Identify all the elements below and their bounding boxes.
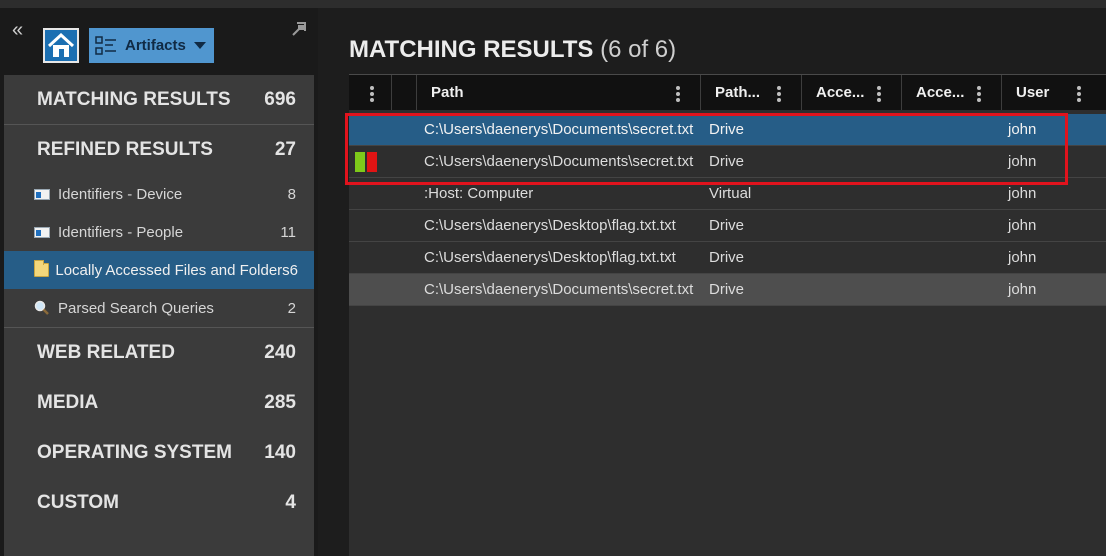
column-header-label: Acce... — [916, 84, 965, 101]
cell-path: C:\Users\daenerys\Documents\secret.txt — [424, 121, 694, 138]
category-count: 4 — [285, 492, 296, 513]
main-panel: MATCHING RESULTS (6 of 6) Path Path... A… — [318, 8, 1106, 556]
sidebar-item-count: 2 — [287, 299, 296, 317]
page-title: MATCHING RESULTS (6 of 6) — [349, 36, 676, 64]
artifacts-label: Artifacts — [125, 37, 186, 54]
kebab-menu-icon[interactable] — [1077, 86, 1081, 102]
artifact-nav: MATCHING RESULTS 696 REFINED RESULTS 27 … — [4, 75, 314, 556]
folder-icon — [34, 260, 50, 277]
row-options-column[interactable] — [349, 75, 391, 110]
sidebar-item-count: 11 — [280, 223, 296, 241]
category-label: CUSTOM — [37, 492, 119, 513]
category-count: 240 — [264, 342, 296, 363]
grid-header: Path Path... Acce... Acce... User — [349, 74, 1106, 110]
result-count: (6 of 6) — [600, 36, 677, 63]
kebab-menu-icon[interactable] — [977, 86, 981, 102]
category-count: 140 — [264, 442, 296, 463]
cell-path: C:\Users\daenerys\Desktop\flag.txt.txt — [424, 217, 676, 234]
pin-icon[interactable] — [290, 20, 308, 38]
category-label: MEDIA — [37, 392, 99, 413]
category-label: WEB RELATED — [37, 342, 175, 363]
category-label: MATCHING RESULTS — [37, 88, 231, 110]
cell-user: john — [1008, 121, 1037, 138]
cell-path-type: Drive — [709, 281, 745, 298]
kebab-menu-icon[interactable] — [877, 86, 881, 102]
column-header-label: Path — [431, 84, 464, 101]
table-row[interactable]: C:\Users\daenerys\Desktop\flag.txt.txt D… — [349, 210, 1106, 242]
column-header-accessed-2[interactable]: Acce... — [901, 75, 1001, 110]
column-header-path-type[interactable]: Path... — [700, 75, 801, 110]
refined-results-list: Identifiers - Device 8 Identifiers - Peo… — [4, 175, 314, 328]
category-operating-system[interactable]: OPERATING SYSTEM 140 — [4, 428, 314, 478]
flag-column[interactable] — [391, 75, 416, 110]
cell-path: C:\Users\daenerys\Documents\secret.txt — [424, 281, 694, 298]
cell-user: john — [1008, 217, 1037, 234]
cell-user: john — [1008, 281, 1037, 298]
cell-path-type: Drive — [709, 153, 745, 170]
cell-path-type: Virtual — [709, 185, 752, 202]
column-header-accessed-1[interactable]: Acce... — [801, 75, 901, 110]
sidebar-item-label: Locally Accessed Files and Folders — [55, 261, 290, 279]
sidebar-item-count: 6 — [289, 261, 298, 279]
sidebar-item-identifiers-people[interactable]: Identifiers - People 11 — [4, 213, 314, 251]
cell-path: :Host: Computer — [424, 185, 534, 202]
cell-path-type: Drive — [709, 217, 745, 234]
sidebar-item-count: 8 — [287, 185, 296, 203]
column-header-label: Acce... — [816, 84, 865, 101]
sidebar-item-locally-accessed-files[interactable]: Locally Accessed Files and Folders 6 — [4, 251, 314, 289]
status-flag-green — [355, 152, 365, 172]
column-header-label: User — [1016, 84, 1050, 101]
table-row[interactable]: C:\Users\daenerys\Documents\secret.txt D… — [349, 274, 1106, 306]
table-row[interactable]: :Host: Computer Virtual john — [349, 178, 1106, 210]
page-title-text: MATCHING RESULTS — [349, 36, 594, 63]
sidebar-item-label: Identifiers - People — [58, 223, 184, 241]
category-count: 285 — [264, 392, 296, 413]
category-web-related[interactable]: WEB RELATED 240 — [4, 328, 314, 378]
sidebar: « Artifacts MATCHING RESULTS 696 REFINED… — [0, 8, 318, 556]
chevron-down-icon — [193, 42, 206, 49]
category-count: 27 — [274, 139, 296, 160]
home-button[interactable] — [43, 28, 79, 63]
cell-user: john — [1008, 153, 1037, 170]
kebab-menu-icon[interactable] — [777, 86, 781, 102]
collapse-sidebar-icon[interactable]: « — [12, 20, 23, 40]
category-refined-results[interactable]: REFINED RESULTS 27 — [4, 125, 314, 175]
top-strip — [0, 0, 1106, 8]
category-label: OPERATING SYSTEM — [37, 442, 232, 463]
id-card-icon — [34, 226, 50, 238]
cell-path-type: Drive — [709, 249, 745, 266]
sidebar-item-label: Parsed Search Queries — [58, 299, 214, 317]
column-header-label: Path... — [715, 84, 761, 101]
magnifier-icon — [34, 300, 49, 315]
cell-path-type: Drive — [709, 121, 745, 138]
kebab-menu-icon[interactable] — [370, 86, 374, 102]
kebab-menu-icon[interactable] — [676, 86, 680, 102]
category-custom[interactable]: CUSTOM 4 — [4, 478, 314, 528]
column-header-user[interactable]: User — [1001, 75, 1106, 110]
results-grid: Path Path... Acce... Acce... User C:\Use… — [349, 74, 1106, 556]
cell-user: john — [1008, 185, 1037, 202]
sidebar-item-parsed-search-queries[interactable]: Parsed Search Queries 2 — [4, 289, 314, 327]
category-matching-results[interactable]: MATCHING RESULTS 696 — [4, 75, 314, 125]
cell-user: john — [1008, 249, 1037, 266]
table-row[interactable]: C:\Users\daenerys\Desktop\flag.txt.txt D… — [349, 242, 1106, 274]
category-media[interactable]: MEDIA 285 — [4, 378, 314, 428]
home-icon — [47, 32, 75, 57]
sidebar-item-label: Identifiers - Device — [58, 185, 183, 203]
id-card-icon — [34, 188, 50, 200]
table-row[interactable]: C:\Users\daenerys\Documents\secret.txt D… — [349, 114, 1106, 146]
column-header-path[interactable]: Path — [416, 75, 700, 110]
sidebar-item-identifiers-device[interactable]: Identifiers - Device 8 — [4, 175, 314, 213]
category-count: 696 — [264, 88, 296, 110]
artifacts-dropdown[interactable]: Artifacts — [89, 28, 214, 63]
status-flag-red — [367, 152, 377, 172]
category-label: REFINED RESULTS — [37, 139, 213, 160]
cell-path: C:\Users\daenerys\Desktop\flag.txt.txt — [424, 249, 676, 266]
cell-path: C:\Users\daenerys\Documents\secret.txt — [424, 153, 694, 170]
artifacts-list-icon — [95, 35, 116, 55]
table-row[interactable]: C:\Users\daenerys\Documents\secret.txt D… — [349, 146, 1106, 178]
